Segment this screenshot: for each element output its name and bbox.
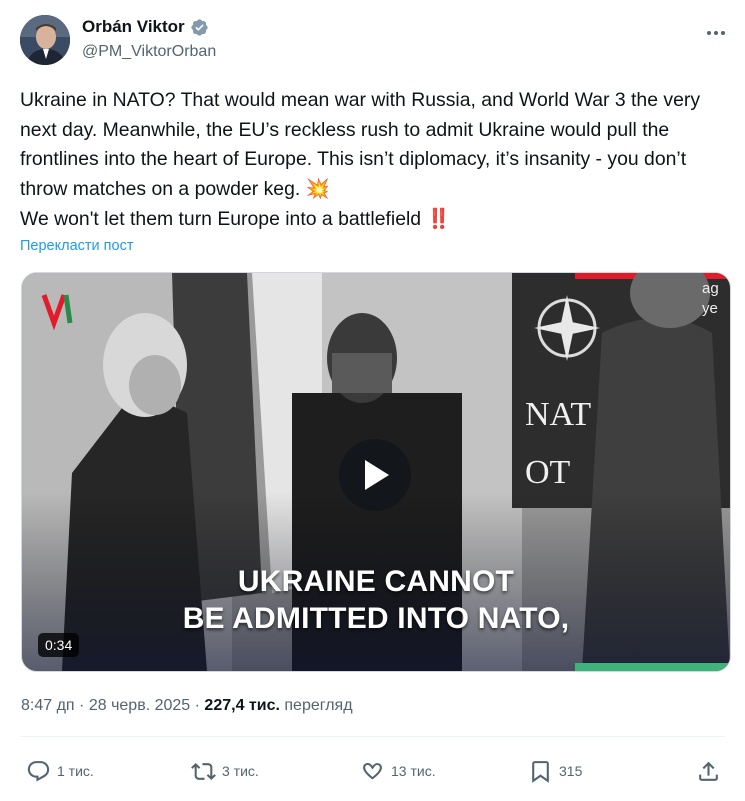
like-count: 13 тис. bbox=[391, 763, 436, 779]
divider bbox=[20, 736, 725, 737]
repost-icon bbox=[191, 762, 216, 780]
meta-separator: · bbox=[194, 697, 200, 714]
avatar[interactable] bbox=[20, 15, 70, 65]
background-text-nato: NAT bbox=[525, 396, 591, 433]
background-text-otan: OT bbox=[525, 454, 571, 491]
author-name-row: Orbán Viktor bbox=[82, 17, 209, 37]
video-caption: UKRAINE CANNOT BE ADMITTED INTO NATO, bbox=[122, 563, 630, 637]
view-label: перегляд bbox=[284, 697, 353, 714]
view-count: 227,4 тис. bbox=[204, 697, 280, 714]
share-icon bbox=[699, 761, 718, 781]
meta-separator: · bbox=[79, 697, 85, 714]
bookmark-icon bbox=[532, 760, 549, 783]
bookmark-button[interactable]: 315 bbox=[528, 752, 582, 790]
action-bar: 1 тис. 3 тис. 13 тис. 315 bbox=[20, 752, 725, 792]
corner-text-2: ye bbox=[702, 300, 718, 317]
caption-line-1: UKRAINE CANNOT bbox=[237, 565, 515, 598]
reply-count: 1 тис. bbox=[57, 763, 94, 779]
like-button[interactable]: 13 тис. bbox=[360, 752, 436, 790]
tweet-time[interactable]: 8:47 дп bbox=[21, 697, 75, 714]
tweet-text: Ukraine in NATO? That would mean war wit… bbox=[20, 89, 701, 230]
author-handle[interactable]: @PM_ViktorOrban bbox=[82, 43, 216, 61]
tweet-meta: 8:47 дп · 28 черв. 2025 · 227,4 тис. пер… bbox=[21, 697, 353, 715]
video-duration: 0:34 bbox=[38, 633, 80, 657]
more-icon[interactable] bbox=[704, 21, 728, 45]
bookmark-count: 315 bbox=[559, 763, 583, 779]
play-button[interactable] bbox=[339, 439, 411, 511]
reply-button[interactable]: 1 тис. bbox=[26, 752, 94, 790]
reply-icon bbox=[27, 760, 50, 781]
translate-link[interactable]: Перекласти пост bbox=[20, 238, 133, 254]
share-button[interactable] bbox=[696, 752, 721, 790]
caption-line-2: BE ADMITTED INTO NATO, bbox=[182, 602, 570, 635]
video-player[interactable]: NAT OT ag ye UKRAINE CANNOT BE ADMITTED … bbox=[21, 272, 731, 672]
tweet-header: Orbán Viktor @PM_ViktorOrban bbox=[20, 13, 730, 65]
like-icon bbox=[363, 762, 382, 779]
verified-icon bbox=[191, 18, 208, 36]
tweet-date[interactable]: 28 черв. 2025 bbox=[89, 697, 190, 714]
avatar-image bbox=[20, 15, 70, 65]
repost-button[interactable]: 3 тис. bbox=[191, 752, 259, 790]
corner-text-1: ag bbox=[702, 280, 719, 297]
author-name[interactable]: Orbán Viktor bbox=[82, 17, 185, 37]
play-icon bbox=[365, 460, 389, 490]
repost-count: 3 тис. bbox=[222, 763, 259, 779]
